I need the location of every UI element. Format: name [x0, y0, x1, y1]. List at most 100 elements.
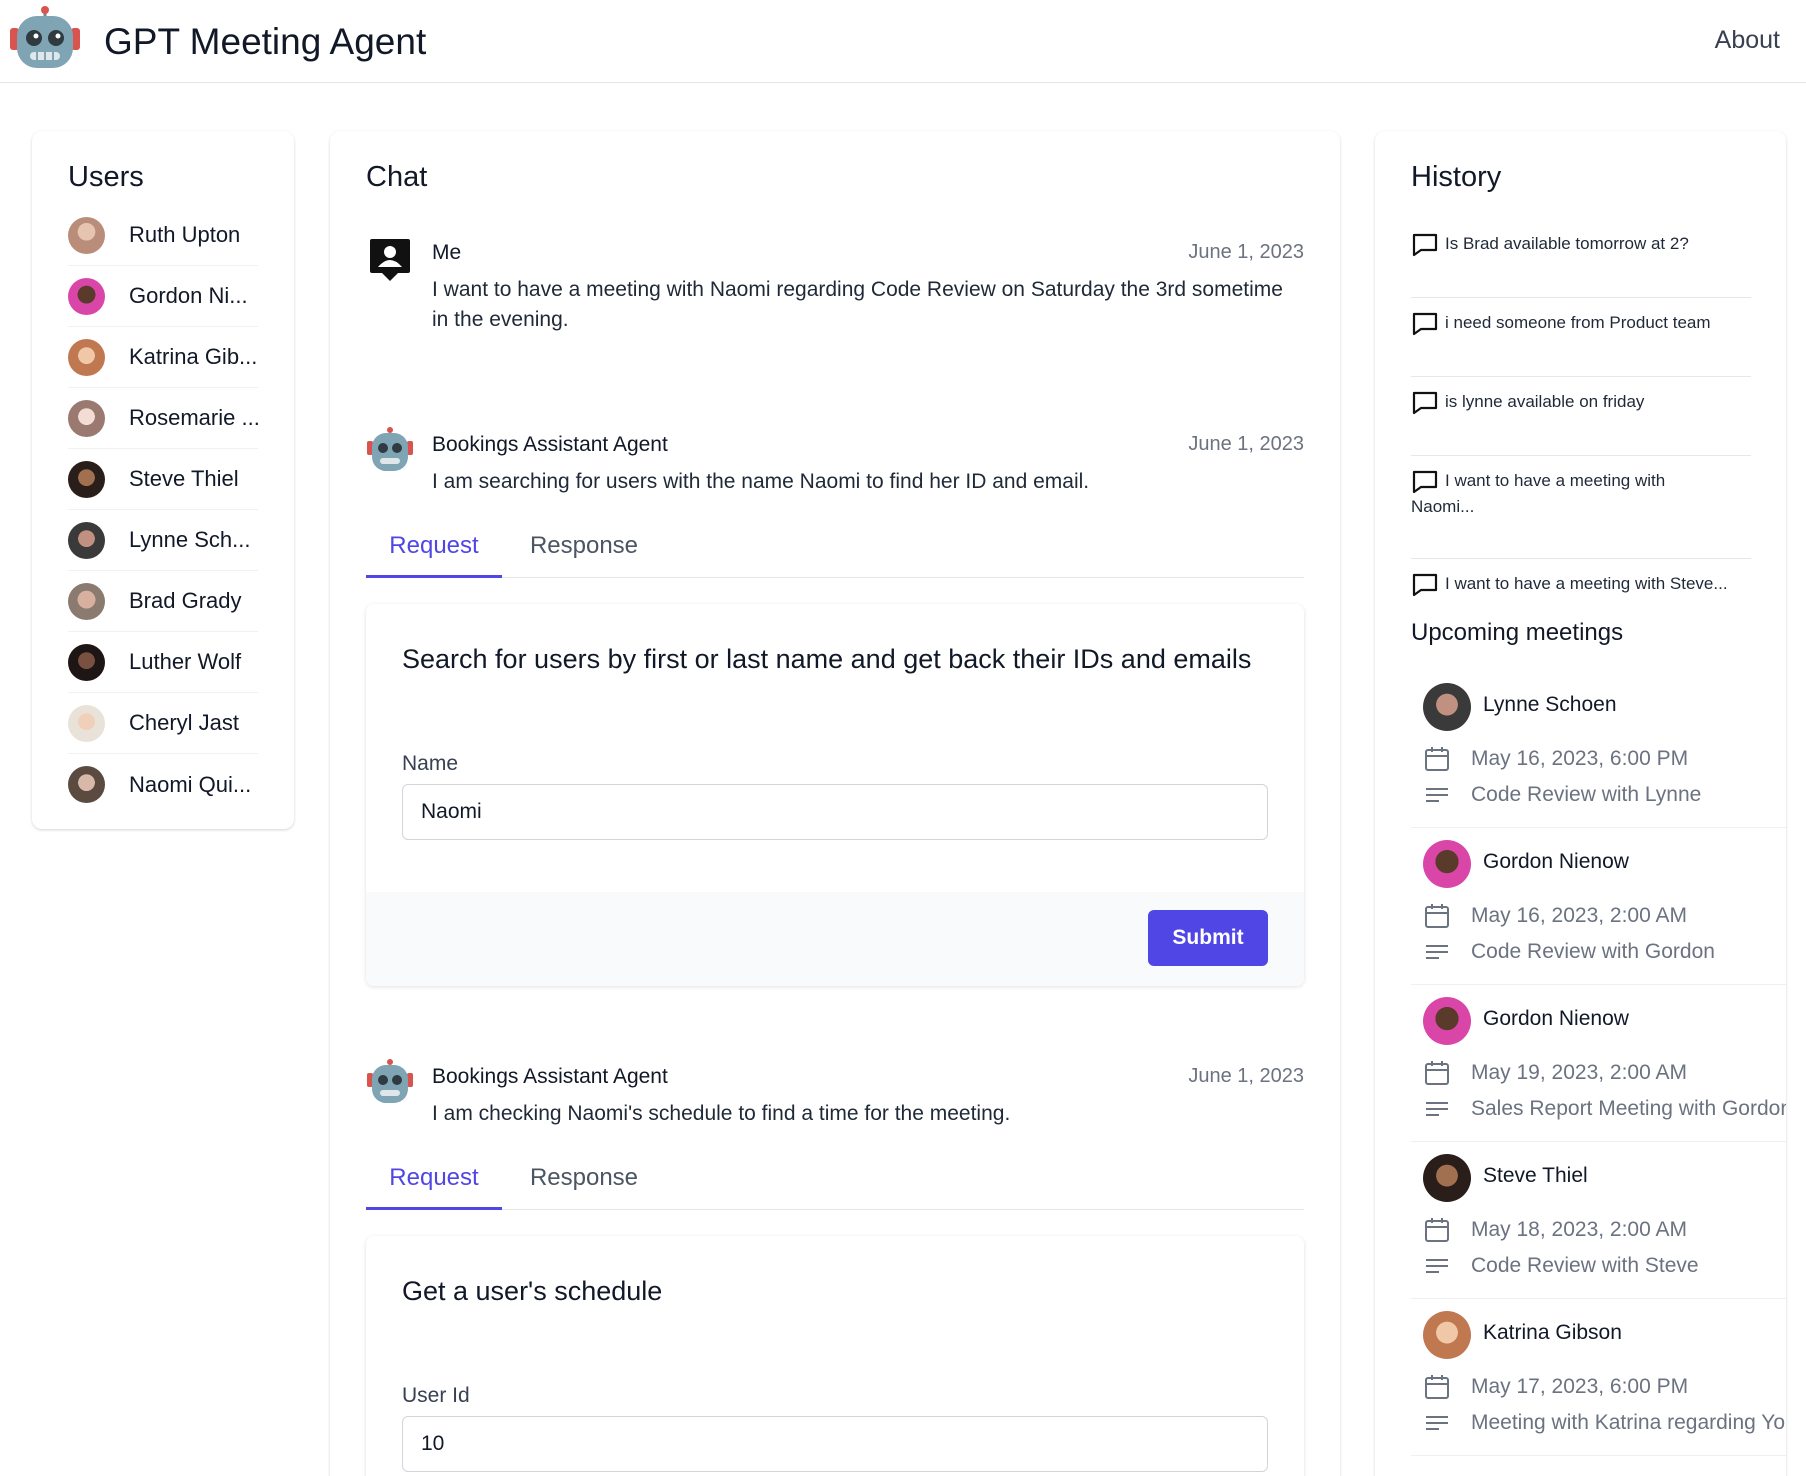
meeting-subject-row: Sales Report Meeting with Gordon — [1423, 1095, 1786, 1123]
meeting-date-row: May 17, 2023, 6:00 PM — [1423, 1373, 1688, 1401]
user-item[interactable]: Steve Thiel — [68, 449, 258, 510]
user-item[interactable]: Ruth Upton — [68, 205, 258, 266]
meeting-item[interactable]: Lynne Schoen May 16, 2023, 6:00 PM Code … — [1411, 671, 1786, 828]
avatar — [1423, 683, 1471, 731]
tab-response[interactable]: Response — [516, 1154, 652, 1210]
avatar — [68, 766, 105, 803]
meeting-subject-row: Code Review with Gordon — [1423, 938, 1715, 966]
history-text: I want to have a meeting with — [1445, 471, 1666, 490]
request-response-tabs: Request Response — [366, 522, 1304, 578]
user-name: Lynne Sch... — [129, 527, 251, 552]
chat-message: Bookings Assistant Agent June 1, 2023 I … — [366, 427, 1304, 497]
meeting-item[interactable]: Gordon Nienow May 16, 2023, 2:00 AM Code… — [1411, 828, 1786, 985]
history-list: Is Brad available tomorrow at 2? i need … — [1411, 219, 1751, 619]
meeting-date-row: May 19, 2023, 2:00 AM — [1423, 1059, 1687, 1087]
user-id-input[interactable] — [402, 1416, 1268, 1472]
meeting-attendee: Lynne Schoen — [1483, 693, 1617, 716]
history-item[interactable]: is lynne available on friday — [1411, 377, 1751, 456]
history-item[interactable]: Is Brad available tomorrow at 2? — [1411, 219, 1751, 298]
chat-title: Chat — [366, 161, 428, 193]
app-title: GPT Meeting Agent — [104, 21, 427, 62]
calendar-icon — [1425, 1375, 1449, 1399]
tab-response[interactable]: Response — [516, 522, 652, 578]
meeting-subject: Code Review with Lynne — [1471, 783, 1702, 806]
avatar — [68, 521, 105, 559]
message-date: June 1, 2023 — [1188, 1065, 1304, 1087]
avatar — [1423, 840, 1471, 888]
users-panel: Users Ruth Upton Gordon Ni... Katrina Gi… — [32, 131, 294, 829]
chat-bubble-icon — [1412, 573, 1438, 597]
calendar-icon — [1425, 1061, 1449, 1085]
history-item[interactable]: I want to have a meeting with Steve... — [1411, 559, 1751, 619]
user-item[interactable]: Lynne Sch... — [68, 510, 258, 571]
avatar — [68, 460, 105, 498]
history-text: I want to have a meeting with Steve... — [1445, 574, 1728, 593]
meeting-item[interactable]: Steve Thiel May 18, 2023, 2:00 AM Code R… — [1411, 1142, 1786, 1299]
search-users-form: Search for users by first or last name a… — [366, 604, 1304, 986]
avatar — [1423, 1311, 1471, 1359]
avatar — [68, 277, 105, 315]
meeting-item[interactable]: Gordon Nienow May 19, 2023, 2:00 AM Sale… — [1411, 985, 1786, 1142]
history-item[interactable]: I want to have a meeting with Naomi... — [1411, 456, 1751, 559]
avatar — [68, 704, 105, 742]
chat-bubble-icon — [1412, 391, 1438, 415]
user-name: Luther Wolf — [129, 649, 242, 674]
tab-request[interactable]: Request — [366, 1154, 502, 1210]
user-item[interactable]: Rosemarie ... — [68, 388, 260, 449]
user-name: Rosemarie ... — [129, 405, 260, 430]
form-heading: Get a user's schedule — [402, 1276, 663, 1306]
robot-icon — [367, 1059, 413, 1103]
name-input[interactable] — [402, 784, 1268, 840]
message-sender: Bookings Assistant Agent — [432, 1065, 668, 1088]
get-schedule-form: Get a user's schedule User Id — [366, 1236, 1304, 1476]
text-lines-icon — [1426, 945, 1448, 959]
meeting-attendee: Gordon Nienow — [1483, 1007, 1629, 1030]
user-item[interactable]: Katrina Gib... — [68, 327, 258, 388]
meeting-date: May 18, 2023, 2:00 AM — [1471, 1218, 1687, 1241]
user-item[interactable]: Gordon Ni... — [68, 266, 258, 327]
chat-bubble-icon — [1412, 312, 1438, 336]
meeting-subject: Code Review with Gordon — [1471, 940, 1715, 963]
meeting-date: May 16, 2023, 6:00 PM — [1471, 747, 1689, 770]
meeting-subject-row: Code Review with Steve — [1423, 1252, 1699, 1280]
meeting-attendee: Steve Thiel — [1483, 1164, 1588, 1187]
text-lines-icon — [1426, 788, 1448, 802]
meeting-date-row: May 16, 2023, 6:00 PM — [1423, 745, 1688, 773]
message-date: June 1, 2023 — [1188, 433, 1304, 455]
meeting-subject: Code Review with Steve — [1471, 1254, 1699, 1277]
user-item[interactable]: Brad Grady — [68, 571, 258, 632]
user-item[interactable]: Luther Wolf — [68, 632, 258, 693]
top-bar: GPT Meeting Agent About — [0, 0, 1806, 83]
meeting-date-row: May 18, 2023, 2:00 AM — [1423, 1216, 1687, 1244]
avatar — [68, 216, 105, 254]
text-lines-icon — [1426, 1102, 1448, 1116]
chat-message: Bookings Assistant Agent June 1, 2023 I … — [366, 1059, 1304, 1129]
about-link[interactable]: About — [1715, 26, 1780, 55]
submit-button[interactable]: Submit — [1148, 910, 1268, 966]
message-date: June 1, 2023 — [1188, 241, 1304, 263]
meeting-item[interactable]: Katrina Gibson May 17, 2023, 6:00 PM Mee… — [1411, 1299, 1786, 1456]
message-text: I want to have a meeting with Naomi rega… — [432, 278, 1283, 331]
meeting-subject-row: Code Review with Lynne — [1423, 781, 1701, 809]
user-item[interactable]: Naomi Qui... — [68, 754, 258, 815]
meeting-attendee: Gordon Nienow — [1483, 850, 1629, 873]
user-id-label: User Id — [402, 1384, 470, 1407]
history-item[interactable]: i need someone from Product team — [1411, 298, 1751, 377]
user-name: Naomi Qui... — [129, 771, 252, 797]
user-item[interactable]: Cheryl Jast — [68, 693, 258, 754]
avatar — [68, 338, 105, 376]
history-text: i need someone from Product team — [1445, 313, 1711, 332]
meeting-subject: Meeting with Katrina regarding Yo — [1471, 1411, 1786, 1434]
form-heading: Search for users by first or last name a… — [402, 644, 1252, 674]
calendar-icon — [1425, 1218, 1449, 1242]
text-lines-icon — [1426, 1416, 1448, 1430]
user-name: Ruth Upton — [129, 222, 241, 247]
name-label: Name — [402, 752, 459, 775]
message-sender: Bookings Assistant Agent — [432, 433, 668, 456]
meeting-date: May 16, 2023, 2:00 AM — [1471, 904, 1687, 927]
message-text: I am searching for users with the name N… — [432, 470, 1090, 493]
tab-request[interactable]: Request — [366, 522, 502, 578]
robot-icon — [367, 427, 413, 471]
user-list: Ruth Upton Gordon Ni... Katrina Gib... R… — [68, 205, 260, 815]
upcoming-meetings-title: Upcoming meetings — [1411, 619, 1624, 646]
